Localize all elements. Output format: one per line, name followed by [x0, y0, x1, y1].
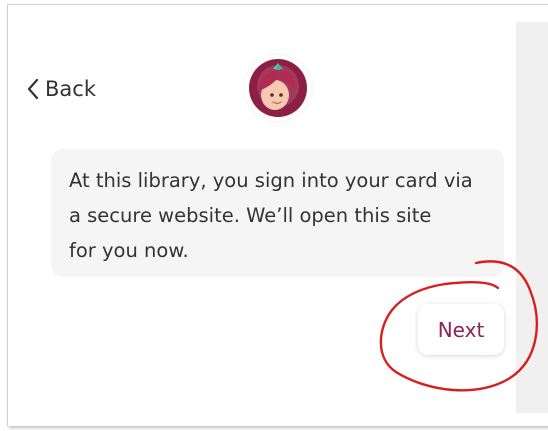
message-line: At this library, you sign into your card… [69, 169, 473, 192]
message-line: for you now. [69, 239, 189, 262]
libby-logo-icon [249, 59, 307, 117]
scrollbar[interactable] [516, 22, 548, 413]
message-line: a secure website. We’ll open this site [69, 204, 432, 227]
app-logo [245, 55, 311, 121]
next-button[interactable]: Next [418, 304, 504, 355]
back-button[interactable]: Back [27, 72, 96, 106]
chevron-left-icon [27, 78, 39, 100]
info-message: At this library, you sign into your card… [51, 149, 504, 277]
back-label: Back [45, 77, 96, 101]
